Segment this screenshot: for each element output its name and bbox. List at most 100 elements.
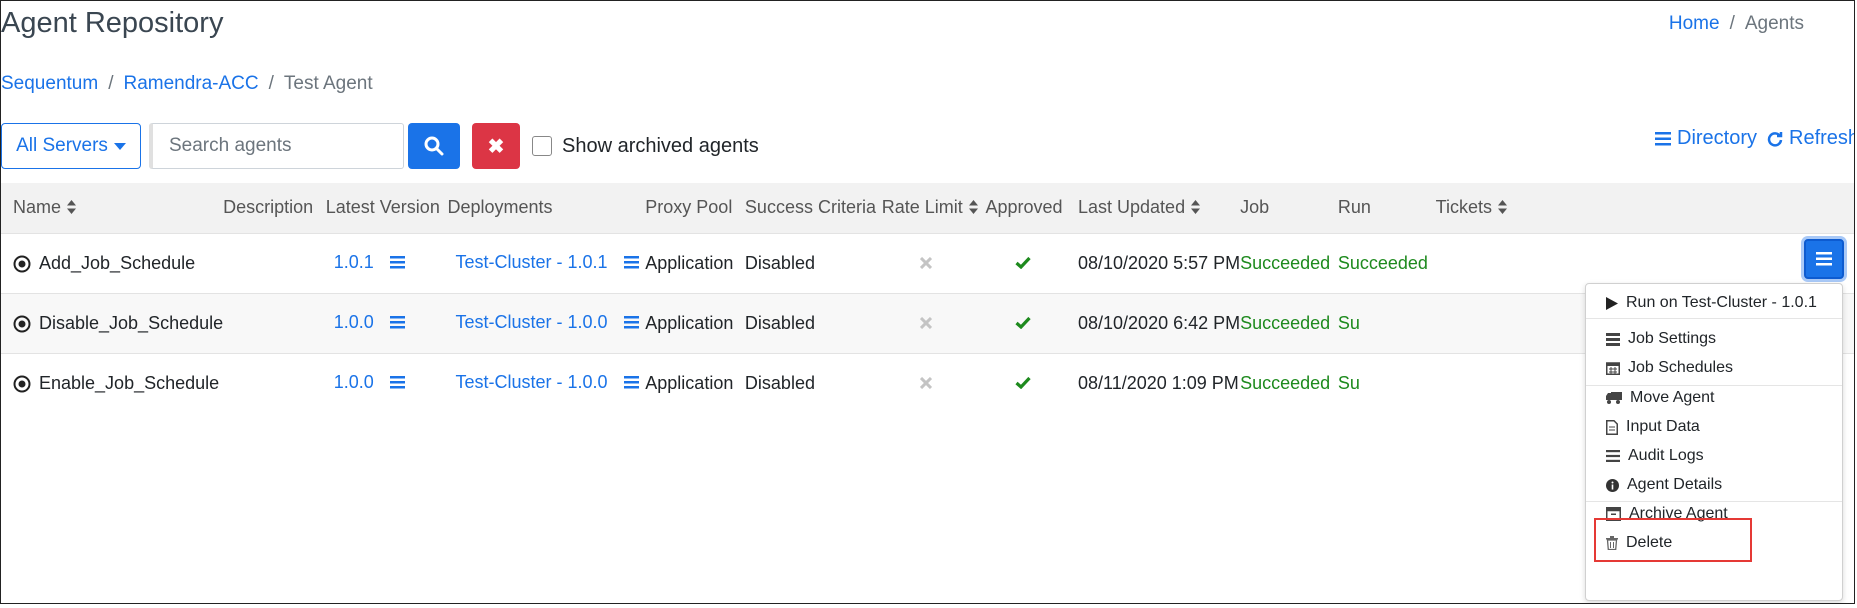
agent-name-cell[interactable]: Add_Job_Schedule [1, 233, 223, 293]
menu-item-audit-logs[interactable]: Audit Logs [1606, 447, 1704, 465]
column-header-description: Description [223, 197, 314, 218]
settings-list-icon [1606, 332, 1620, 346]
breadcrumb-current: Agents [1744, 13, 1804, 34]
job-status-cell: Succeeded [1240, 252, 1331, 273]
calendar-icon [1606, 362, 1620, 375]
version-link[interactable]: 1.0.0 [334, 372, 374, 392]
job-status-cell: Succeeded [1240, 312, 1331, 333]
column-header-last-updated[interactable]: Last Updated [1078, 183, 1240, 233]
breadcrumb-current-agent: Test Agent [283, 73, 373, 94]
sort-icon [1191, 198, 1201, 219]
last-updated-cell: 08/10/2020 5:57 PM [1078, 252, 1241, 273]
proxy-pool-cell: Application [645, 312, 734, 333]
success-criteria-cell: Disabled [744, 372, 815, 393]
proxy-pool-cell: Application [645, 252, 734, 273]
column-header-run: Run [1337, 197, 1371, 218]
search-icon [424, 136, 444, 156]
approved-check-icon [985, 233, 1078, 293]
play-icon [1606, 296, 1618, 310]
close-icon: ✖ [487, 135, 505, 158]
page-title: Agent Repository [1, 7, 224, 39]
column-header-approved: Approved [985, 197, 1063, 218]
column-header-name[interactable]: Name [1, 183, 223, 233]
menu-item-input-data[interactable]: Input Data [1606, 418, 1700, 436]
caret-down-icon [113, 142, 126, 150]
run-status-cell: Su [1337, 312, 1360, 333]
column-header-tickets[interactable]: Tickets [1436, 183, 1854, 233]
menu-icon [1816, 252, 1832, 266]
rate-limit-x-icon [882, 293, 986, 353]
breadcrumb-ramendra-link[interactable]: Ramendra-ACC [123, 73, 258, 94]
table-row[interactable]: Enable_Job_Schedule 1.0.0 Test-Cluster -… [1, 353, 1854, 413]
menu-item-job-settings[interactable]: Job Settings [1606, 330, 1716, 348]
deployment-link[interactable]: Test-Cluster - 1.0.1 [456, 252, 608, 272]
all-servers-dropdown[interactable]: All Servers [1, 123, 141, 169]
column-header-rate-limit[interactable]: Rate Limit [882, 183, 986, 233]
last-updated-cell: 08/10/2020 6:42 PM [1078, 312, 1241, 333]
table-row[interactable]: Disable_Job_Schedule 1.0.0 Test-Cluster … [1, 293, 1854, 353]
menu-item-agent-details[interactable]: Agent Details [1606, 476, 1722, 494]
deployment-link[interactable]: Test-Cluster - 1.0.0 [456, 372, 608, 392]
rate-limit-x-icon [882, 353, 986, 413]
agent-name-cell[interactable]: Enable_Job_Schedule [1, 353, 223, 413]
show-archived-label: Show archived agents [562, 134, 759, 157]
column-header-latest-version: Latest Version [325, 197, 440, 218]
truck-icon [1606, 392, 1622, 404]
column-header-proxy-pool: Proxy Pool [645, 197, 733, 218]
info-icon [1606, 478, 1619, 492]
version-link[interactable]: 1.0.0 [334, 312, 374, 332]
menu-item-move-agent[interactable]: Move Agent [1606, 389, 1715, 407]
deployments-menu-icon[interactable] [623, 253, 639, 274]
table-header-row: Name Description Latest Version Deployme… [1, 183, 1854, 233]
versions-menu-icon[interactable] [389, 313, 405, 334]
show-archived-toggle[interactable]: Show archived agents [532, 135, 759, 158]
show-archived-checkbox[interactable] [532, 136, 552, 156]
radio-selected-icon [13, 375, 31, 393]
job-status-cell: Succeeded [1240, 372, 1331, 393]
sort-icon [968, 198, 978, 219]
run-status-cell: Su [1337, 372, 1360, 393]
deployments-menu-icon[interactable] [623, 373, 639, 394]
clear-search-button[interactable]: ✖ [472, 123, 520, 169]
file-icon [1606, 419, 1618, 435]
toolbar: All Servers Search agents ✖ Show archive… [1, 123, 759, 169]
versions-menu-icon[interactable] [389, 253, 405, 274]
deployment-link[interactable]: Test-Cluster - 1.0.0 [456, 312, 608, 332]
column-header-deployments: Deployments [447, 197, 553, 218]
directory-link[interactable]: Directory [1655, 127, 1757, 150]
sort-icon [1497, 198, 1507, 219]
proxy-pool-cell: Application [645, 372, 734, 393]
description-cell [223, 233, 326, 293]
sort-icon [67, 198, 77, 219]
description-cell [223, 353, 326, 413]
refresh-icon [1767, 131, 1783, 147]
versions-menu-icon[interactable] [389, 373, 405, 394]
breadcrumb-sequentum-link[interactable]: Sequentum [1, 73, 98, 94]
table-row[interactable]: Add_Job_Schedule 1.0.1 Test-Cluster - 1.… [1, 233, 1854, 293]
version-link[interactable]: 1.0.1 [334, 252, 374, 272]
top-breadcrumb: Home / Agents [1668, 13, 1804, 34]
radio-selected-icon [13, 255, 31, 273]
menu-item-job-schedules[interactable]: Job Schedules [1606, 359, 1733, 377]
run-status-cell: Succeeded [1337, 252, 1428, 273]
agents-table: Name Description Latest Version Deployme… [1, 183, 1854, 413]
success-criteria-cell: Disabled [744, 312, 815, 333]
search-input[interactable]: Search agents [149, 123, 404, 169]
list-icon [1655, 131, 1671, 145]
breadcrumb: Sequentum / Ramendra-ACC / Test Agent [1, 73, 373, 94]
approved-check-icon [985, 353, 1078, 413]
menu-item-run-on-cluster[interactable]: Run on Test-Cluster - 1.0.1 [1606, 294, 1817, 312]
deployments-menu-icon[interactable] [623, 313, 639, 334]
rate-limit-x-icon [882, 233, 986, 293]
refresh-link[interactable]: Refresh [1767, 127, 1854, 150]
agent-name-cell[interactable]: Disable_Job_Schedule [1, 293, 223, 353]
breadcrumb-home-link[interactable]: Home [1669, 13, 1720, 34]
column-header-success-criteria: Success Criteria [744, 197, 876, 218]
approved-check-icon [985, 293, 1078, 353]
archive-agent-highlight [1594, 518, 1752, 562]
description-cell [223, 293, 326, 353]
success-criteria-cell: Disabled [744, 252, 815, 273]
list-icon [1606, 450, 1620, 462]
row-actions-button[interactable] [1804, 239, 1844, 279]
search-button[interactable] [408, 123, 460, 169]
